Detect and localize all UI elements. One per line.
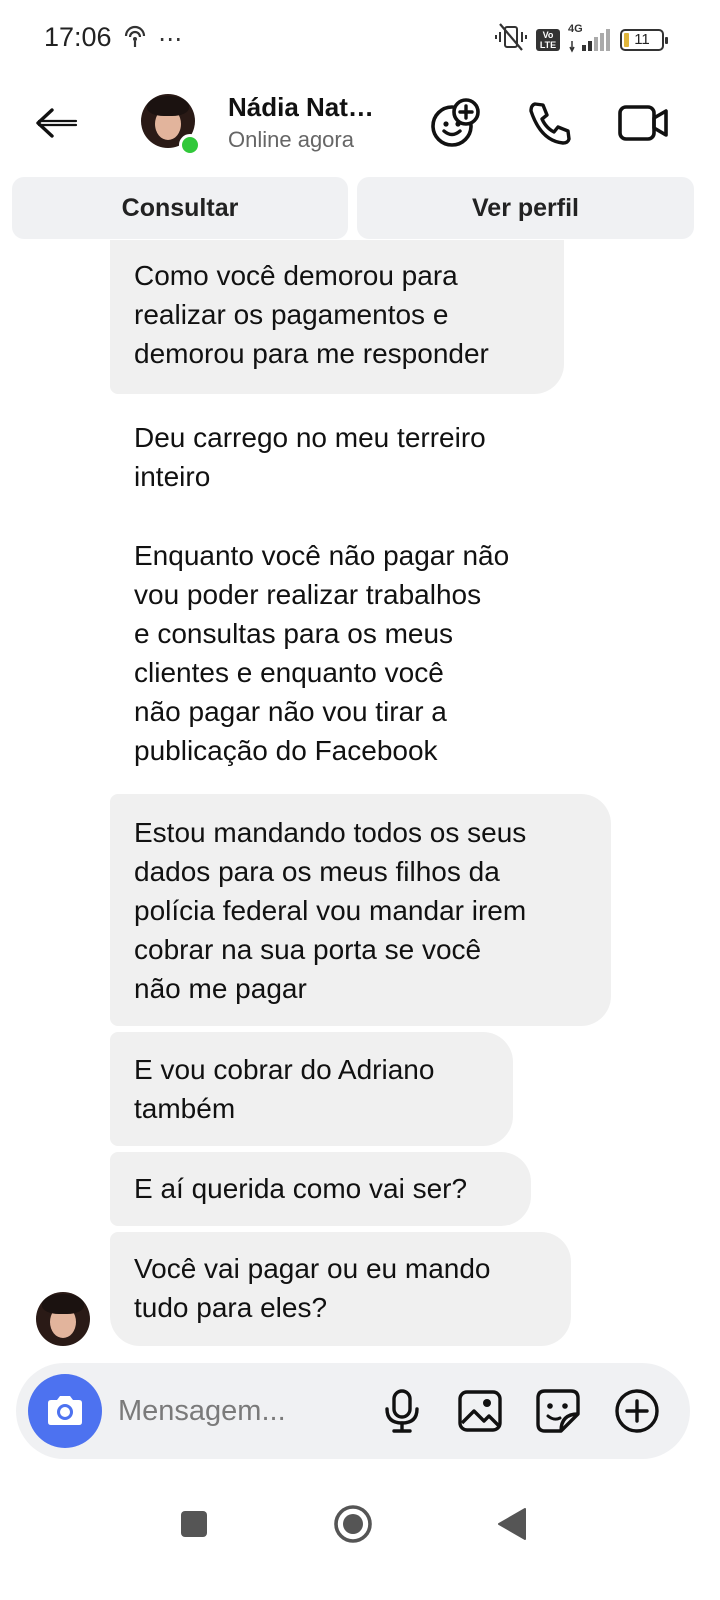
plus-circle-icon <box>615 1389 659 1433</box>
view-profile-button[interactable]: Ver perfil <box>357 177 694 239</box>
back-arrow-icon <box>36 108 78 138</box>
status-bar: 17:06 ⋯ Vo LTE 4G 11 <box>0 0 720 78</box>
vibrate-off-icon <box>494 22 528 57</box>
sticker-icon <box>536 1389 580 1433</box>
video-call-button[interactable] <box>616 96 670 150</box>
volte-icon: Vo LTE <box>536 28 560 51</box>
video-camera-icon <box>618 105 668 141</box>
camera-icon <box>48 1396 82 1425</box>
consult-button[interactable]: Consultar <box>12 177 348 239</box>
more-notifications-icon: ⋯ <box>158 26 182 53</box>
contact-avatar-button[interactable] <box>141 94 201 156</box>
signal-icon: 4G <box>568 23 612 53</box>
message-line: demorou para me responder <box>134 338 489 369</box>
chat-header: Nádia Nat… Online agora <box>0 80 720 170</box>
sticker-button[interactable] <box>534 1387 582 1435</box>
home-circle-icon <box>334 1505 372 1543</box>
message-line: cobrar na sua porta se você <box>134 934 482 965</box>
message-line: também <box>134 1093 236 1124</box>
message-line: publicação do Facebook <box>134 735 438 766</box>
phone-icon <box>529 102 571 145</box>
contact-status: Online agora <box>228 127 354 152</box>
voice-call-button[interactable] <box>522 96 576 150</box>
message-line: Estou mandando todos os seus <box>134 817 527 848</box>
battery-icon: 11 <box>620 28 668 51</box>
system-nav-bar <box>0 1480 720 1570</box>
message-line: E vou cobrar do Adriano <box>134 1054 435 1085</box>
image-icon <box>458 1390 502 1432</box>
message-line: tudo para eles? <box>134 1292 328 1323</box>
message-line: inteiro <box>134 461 211 492</box>
hotspot-icon <box>122 24 148 55</box>
message-composer <box>16 1363 690 1459</box>
message-bubble[interactable]: Você vai pagar ou eu mando tudo para ele… <box>110 1232 571 1346</box>
message-line: e consultas para os meus <box>134 618 454 649</box>
back-nav-button[interactable] <box>490 1502 534 1546</box>
message-line: clientes e enquanto você <box>134 657 444 688</box>
message-bubble[interactable]: Como você demorou para realizar os pagam… <box>110 240 564 394</box>
message-line: Deu carrego no meu terreiro <box>134 422 486 453</box>
message-bubble[interactable]: E aí querida como vai ser? <box>110 1152 531 1226</box>
message-bubble[interactable]: E vou cobrar do Adriano também <box>110 1032 513 1146</box>
message-line: vou poder realizar trabalhos <box>134 579 482 610</box>
message-line: dados para os meus filhos da <box>134 856 500 887</box>
status-time: 17:06 <box>44 22 112 52</box>
message-line: Você vai pagar ou eu mando <box>134 1253 491 1284</box>
message-line: não me pagar <box>134 973 307 1004</box>
microphone-icon <box>385 1389 419 1433</box>
message-text[interactable]: Deu carrego no meu terreiro inteiro <box>110 418 580 496</box>
battery-level: 11 <box>634 30 650 48</box>
message-line: E aí querida como vai ser? <box>134 1173 468 1204</box>
camera-button[interactable] <box>28 1374 102 1448</box>
more-options-button[interactable] <box>613 1387 661 1435</box>
smiley-add-icon <box>431 98 480 147</box>
voice-message-button[interactable] <box>378 1387 426 1435</box>
gallery-button[interactable] <box>456 1387 504 1435</box>
message-text[interactable]: Enquanto você não pagar não vou poder re… <box>110 536 590 770</box>
message-line: realizar os pagamentos e <box>134 299 449 330</box>
message-line: não pagar não vou tirar a <box>134 696 447 727</box>
status-left-icons: ⋯ <box>122 24 182 55</box>
status-right-icons: Vo LTE 4G 11 <box>494 22 668 57</box>
triangle-back-icon <box>498 1508 526 1540</box>
online-indicator <box>179 134 201 156</box>
home-button[interactable] <box>331 1502 375 1546</box>
recents-button[interactable] <box>172 1502 216 1546</box>
message-list[interactable]: Como você demorou para realizar os pagam… <box>0 240 720 1362</box>
square-icon <box>181 1511 207 1537</box>
message-line: Como você demorou para <box>134 260 458 291</box>
message-input[interactable] <box>118 1391 358 1431</box>
contact-name[interactable]: Nádia Nat… <box>228 92 374 123</box>
message-line: polícia federal vou mandar irem <box>134 895 527 926</box>
add-friend-button[interactable] <box>428 96 482 150</box>
message-line: Enquanto você não pagar não <box>134 540 510 571</box>
avatar <box>36 1292 90 1346</box>
sender-avatar[interactable] <box>36 1292 90 1346</box>
message-bubble[interactable]: Estou mandando todos os seus dados para … <box>110 794 611 1026</box>
back-button[interactable] <box>28 98 84 148</box>
